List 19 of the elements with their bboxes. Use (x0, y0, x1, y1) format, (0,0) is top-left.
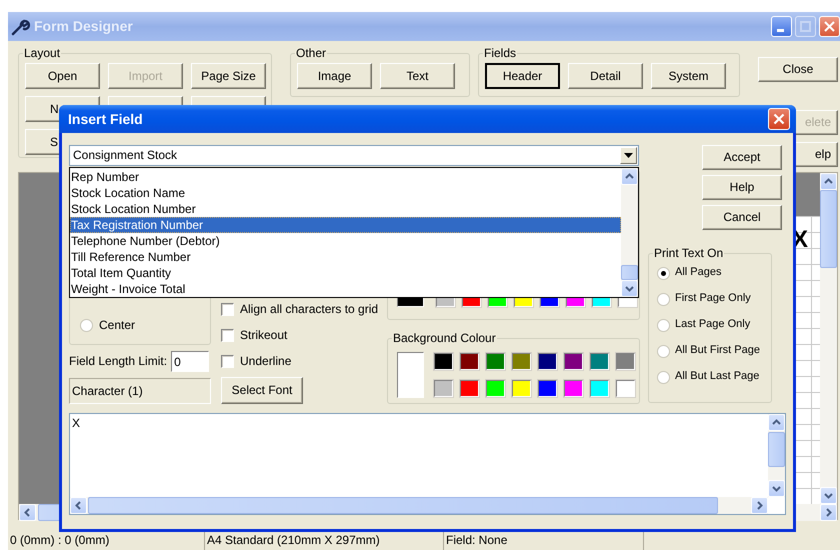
group-label: Fields (483, 47, 518, 59)
radio-label: Center (99, 318, 136, 332)
radio-label: All Pages (675, 266, 722, 280)
group-label: Print Text On (653, 247, 724, 259)
radio-label: First Page Only (675, 292, 751, 306)
dialog-title: Insert Field (68, 110, 143, 128)
checkbox-label: Underline (240, 354, 292, 368)
radio-label: Last Page Only (675, 318, 750, 332)
window-title: Form Designer (34, 18, 133, 35)
radio-label: All But First Page (675, 344, 760, 358)
group-label: Other (295, 47, 328, 59)
group-label: Background Colour (392, 332, 497, 344)
text-content: X (72, 416, 80, 430)
checkbox-label: Align all characters to grid (240, 302, 378, 316)
radio-label: All But Last Page (675, 370, 760, 384)
type-display: Character (1) (69, 378, 211, 404)
field-label: Field Length Limit: (69, 354, 168, 369)
checkbox-label: Strikeout (240, 328, 288, 342)
group-label: Layout (23, 47, 62, 59)
